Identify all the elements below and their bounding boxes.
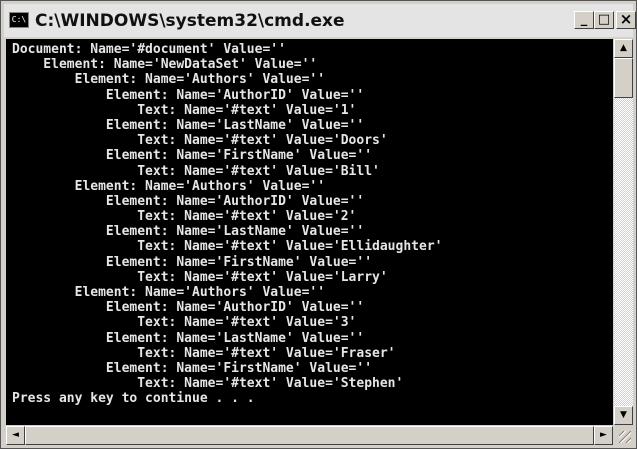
console-line: Text: Name='#text' Value='Bill'	[12, 163, 380, 179]
console-line: Element: Name='AuthorID' Value=''	[12, 300, 365, 316]
console-line: Text: Name='#text' Value='Larry'	[12, 269, 388, 285]
console-output[interactable]: Document: Name='#document' Value='' Elem…	[6, 39, 613, 425]
window-title: C:\WINDOWS\system32\cmd.exe	[35, 11, 345, 31]
console-line: Element: Name='FirstName' Value=''	[12, 254, 373, 270]
minimize-button[interactable]: _	[574, 11, 594, 29]
console-line: Element: Name='NewDataSet' Value=''	[12, 57, 318, 73]
maximize-button[interactable]: □	[594, 11, 614, 29]
console-line: Document: Name='#document' Value=''	[12, 42, 286, 57]
scroll-up-button[interactable]: ▲	[614, 39, 633, 58]
console-line: Element: Name='AuthorID' Value=''	[12, 193, 365, 209]
console-line: Element: Name='FirstName' Value=''	[12, 360, 373, 376]
vertical-scroll-thumb[interactable]	[614, 58, 633, 98]
console-line: Text: Name='#text' Value='Ellidaughter'	[12, 239, 443, 255]
console-text: Document: Name='#document' Value='' Elem…	[6, 39, 613, 407]
console-line: Element: Name='FirstName' Value=''	[12, 148, 373, 164]
scroll-down-button[interactable]: ▼	[614, 406, 633, 425]
close-button[interactable]: ×	[616, 11, 636, 29]
horizontal-scrollbar[interactable]: ◄ ►	[6, 426, 613, 445]
resize-grip-icon[interactable]	[614, 426, 633, 445]
console-line: Text: Name='#text' Value='2'	[12, 209, 357, 225]
console-line: Text: Name='#text' Value='Fraser'	[12, 345, 396, 361]
cmd-console-icon[interactable]: C:\	[9, 12, 29, 28]
vertical-scrollbar[interactable]: ▲ ▼	[614, 39, 633, 425]
console-line: Element: Name='LastName' Value=''	[12, 330, 365, 346]
console-line: Element: Name='Authors' Value=''	[12, 72, 326, 88]
horizontal-scroll-thumb[interactable]	[25, 426, 594, 445]
scroll-right-button[interactable]: ►	[594, 426, 613, 445]
console-line: Element: Name='LastName' Value=''	[12, 117, 365, 133]
scroll-left-button[interactable]: ◄	[6, 426, 25, 445]
console-line: Text: Name='#text' Value='3'	[12, 315, 357, 331]
console-line: Element: Name='Authors' Value=''	[12, 178, 326, 194]
console-line: Element: Name='AuthorID' Value=''	[12, 87, 365, 103]
console-line: Element: Name='Authors' Value=''	[12, 285, 326, 300]
console-line: Press any key to continue . . .	[12, 391, 255, 407]
title-bar[interactable]: C:\ C:\WINDOWS\system32\cmd.exe _ □ ×	[4, 4, 636, 37]
console-line: Element: Name='LastName' Value=''	[12, 224, 365, 240]
cmd-window: C:\ C:\WINDOWS\system32\cmd.exe _ □ × Do…	[0, 0, 637, 449]
console-line: Text: Name='#text' Value='Doors'	[12, 133, 388, 149]
console-line: Text: Name='#text' Value='Stephen'	[12, 376, 404, 392]
console-line: Text: Name='#text' Value='1'	[12, 102, 357, 118]
